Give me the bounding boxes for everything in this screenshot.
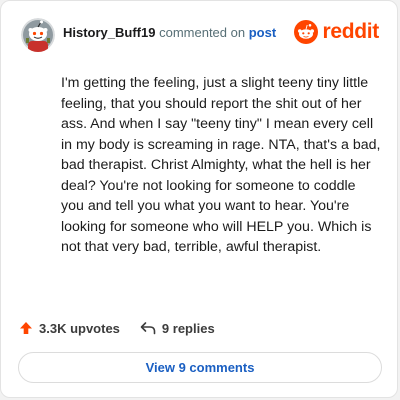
username-link[interactable]: History_Buff19 [63,25,155,40]
reddit-wordmark: reddit [322,20,379,43]
reply-arrow-icon [140,322,156,335]
reply-count: 9 replies [161,320,215,336]
comment-card: History_Buff19 commented on post reddit … [0,0,398,398]
post-link[interactable]: post [249,25,276,40]
comment-actions: 3.3K upvotes 9 replies [19,318,215,338]
snoo-avatar-icon[interactable] [21,18,55,52]
reddit-logo-icon [294,20,319,44]
upvote-button[interactable]: 3.3K upvotes [19,321,120,336]
reddit-brand[interactable]: reddit [294,20,379,44]
view-comments-button[interactable]: View 9 comments [18,352,382,383]
comment-meta: History_Buff19 commented on post [63,25,276,41]
upvote-arrow-icon [20,322,32,334]
commented-on-label: commented on [159,24,246,40]
comment-body: I'm getting the feeling, just a slight t… [61,75,381,255]
replies-button[interactable]: 9 replies [140,321,215,336]
comment-header: History_Buff19 commented on post reddit [21,18,379,52]
upvote-count: 3.3K upvotes [39,320,120,336]
